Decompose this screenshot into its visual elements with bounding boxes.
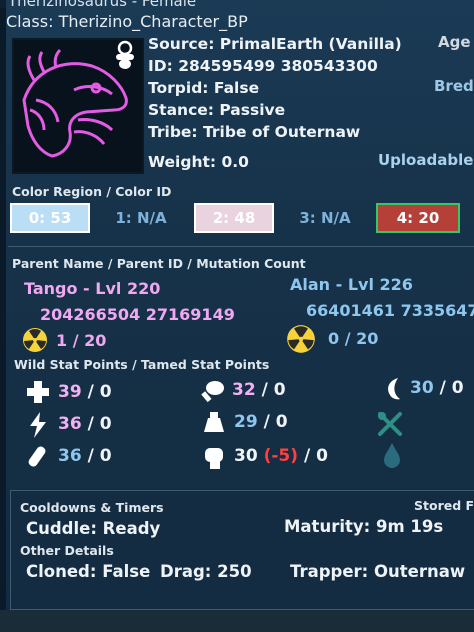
mother-mutations: 1 / 20: [56, 331, 107, 350]
color-region-label: Color Region / Color ID: [12, 184, 172, 199]
mother-id: 204266504 27169149: [40, 305, 235, 324]
parent-section-label: Parent Name / Parent ID / Mutation Count: [12, 256, 306, 271]
stat-section-label: Wild Stat Points / Tamed Stat Points: [14, 357, 270, 372]
stored-label: Stored F: [414, 498, 474, 513]
uploadable-label: Uploadable: [378, 151, 474, 169]
stamina-stat: 36 / 0: [58, 414, 112, 434]
divider: [8, 246, 474, 247]
father-id: 66401461 73356470: [306, 301, 474, 320]
water-drop-icon: [382, 442, 402, 472]
mother-name: Tango - Lvl 220: [24, 279, 161, 298]
food-stat: 32 / 0: [232, 380, 286, 400]
melee-fist-icon: [202, 442, 228, 474]
drag-text: Drag: 250: [160, 562, 252, 581]
tribe-text: Tribe: Tribe of Outernaw: [148, 123, 361, 141]
cuddle-text: Cuddle: Ready: [26, 519, 161, 538]
color-region-2[interactable]: 2: 48: [194, 203, 274, 233]
cloned-text: Cloned: False: [26, 562, 151, 581]
bred-label: Bred: [434, 77, 474, 95]
maturity-text: Maturity: 9m 19s: [284, 517, 444, 536]
color-region-0[interactable]: 0: 53: [10, 203, 90, 233]
class-line: Class: Therizino_Character_BP: [6, 12, 248, 31]
melee-stat: 30 (-5) / 0: [234, 446, 328, 466]
oxygen-tank-icon: [26, 444, 50, 472]
radiation-icon: [286, 324, 316, 358]
background-floor: [0, 610, 474, 632]
food-drumstick-icon: [200, 378, 226, 408]
health-cross-icon: [26, 380, 50, 408]
weight-stat: 29 / 0: [234, 412, 288, 432]
stance-text: Stance: Passive: [148, 101, 286, 119]
father-name: Alan - Lvl 226: [290, 275, 413, 294]
color-region-3[interactable]: 3: N/A: [288, 203, 362, 233]
torpid-text: Torpid: False: [148, 79, 260, 97]
color-region-4[interactable]: 4: 20: [376, 203, 460, 233]
color-region-1[interactable]: 1: N/A: [104, 203, 178, 233]
health-stat: 39 / 0: [58, 382, 112, 402]
baby-pacifier-icon: [112, 40, 138, 70]
radiation-icon: [22, 327, 48, 357]
weight-icon: [200, 410, 228, 438]
crafting-tools-icon: [376, 410, 404, 442]
movement-speed-icon: [382, 377, 404, 405]
cooldowns-label: Cooldowns & Timers: [20, 500, 164, 515]
oxygen-stat: 36 / 0: [58, 446, 112, 466]
stamina-bolt-icon: [28, 412, 48, 442]
creature-id-text: ID: 284595499 380543300: [148, 57, 378, 75]
age-label: Age: [438, 33, 471, 51]
other-details-label: Other Details: [20, 543, 114, 558]
trapper-text: Trapper: Outernaw: [290, 562, 466, 581]
creature-title: Therizinosaurus - Female: [8, 0, 197, 10]
speed-stat: 30 / 0: [410, 378, 464, 398]
source-text: Source: PrimalEarth (Vanilla): [148, 35, 402, 53]
weight-text: Weight: 0.0: [148, 153, 249, 171]
father-mutations: 0 / 20: [328, 329, 379, 348]
